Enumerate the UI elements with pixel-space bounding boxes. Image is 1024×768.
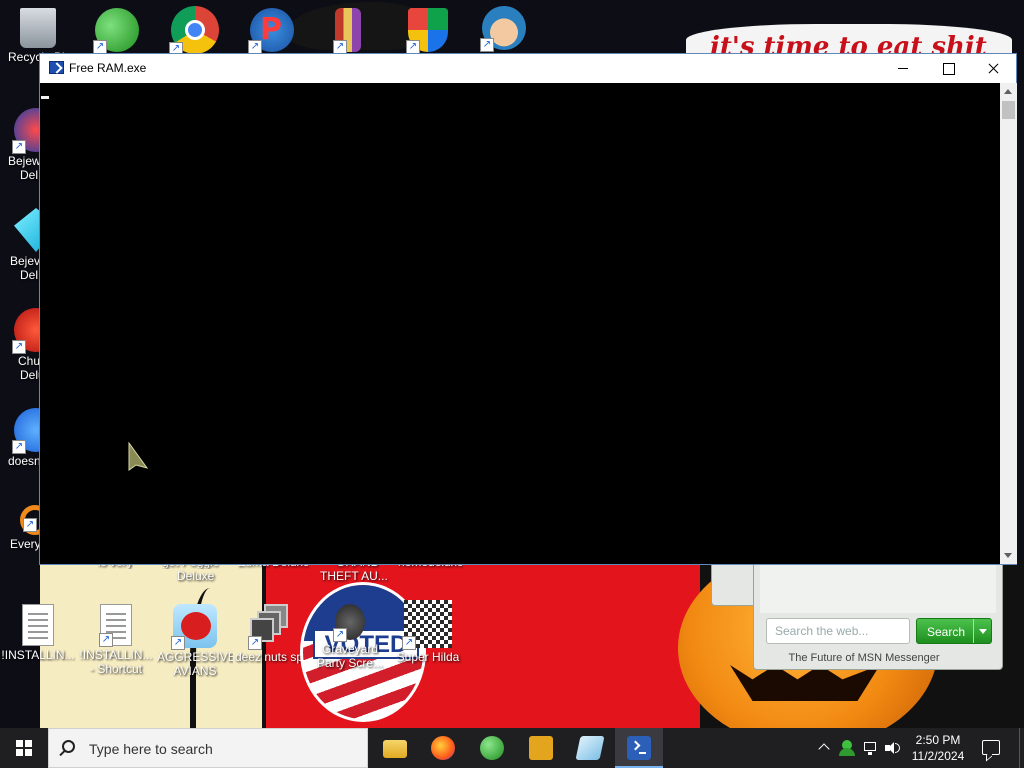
start-button[interactable] (0, 728, 48, 768)
taskbar-app-deluxe[interactable] (517, 728, 565, 768)
desktop-icon-installing[interactable]: !INSTALLIN... (0, 604, 76, 662)
console-window[interactable]: Free RAM.exe (39, 53, 1017, 565)
system-tray: 2:50 PM 11/2/2024 (812, 728, 1024, 768)
close-button[interactable] (970, 54, 1016, 83)
desktop-icon-installing-shortcut[interactable]: ↗ !INSTALLIN... - Shortcut (78, 604, 154, 676)
desktop-icon-label-peggle[interactable]: Deluxe (177, 569, 214, 583)
taskbar-app-notepad[interactable] (566, 728, 614, 768)
desktop-icon-label-line2: AVIANS (173, 664, 217, 678)
taskbar-app-firefox[interactable] (419, 728, 467, 768)
text-document-icon: ↗ (99, 604, 132, 647)
msn-status-icon[interactable] (839, 740, 855, 756)
pinball-icon: P ↗ (248, 8, 294, 54)
taskbar-app-powershell[interactable] (615, 728, 663, 768)
taskbar-clock[interactable]: 2:50 PM 11/2/2024 (908, 732, 968, 764)
scrollbar-thumb[interactable] (1002, 101, 1015, 119)
desktop-icon-archive[interactable]: ↗ (310, 8, 386, 54)
notepad-icon (575, 736, 605, 760)
msn-search-button[interactable]: Search (916, 618, 992, 644)
windows-logo-icon (16, 740, 32, 756)
chevron-down-icon[interactable] (973, 619, 991, 643)
taskbar-search-box[interactable]: Type here to search (48, 728, 368, 768)
desktop-icon-label: Graveyard (321, 642, 379, 656)
scroll-up-arrow-icon[interactable] (1000, 83, 1017, 100)
msn-footer-text: The Future of MSN Messenger (788, 652, 940, 664)
angry-bird-icon: ↗ (171, 604, 217, 650)
taskbar-app-file-explorer[interactable] (371, 728, 419, 768)
taskbar: Type here to search 2:50 PM 11/2/2024 (0, 728, 1024, 768)
desktop-icon-label: AGGRESSIVE (157, 650, 233, 664)
console-output-area[interactable] (40, 83, 1000, 564)
window-titlebar[interactable]: Free RAM.exe (40, 54, 1016, 83)
maximize-button[interactable] (925, 54, 971, 83)
desktop-icon-aggressive-avians[interactable]: ↗ AGGRESSIVE AVIANS (157, 604, 233, 678)
vote-badge-icon: ↗ (333, 604, 365, 642)
mouse-pointer-icon (128, 442, 148, 471)
desktop-icon-cartoon[interactable]: ↗ (466, 6, 542, 52)
network-icon[interactable] (862, 740, 878, 756)
desktop-icon-label: !INSTALLIN... (1, 648, 75, 662)
notification-center-icon[interactable] (982, 740, 1000, 755)
msn-messenger-icon: ↗ (93, 8, 139, 54)
desktop-icon-shield[interactable]: ↗ (390, 8, 466, 54)
minimize-button[interactable] (880, 54, 926, 83)
desktop-icon-label-line2: - Shortcut (89, 662, 143, 676)
msn-search-input[interactable]: Search the web... (766, 618, 910, 644)
desktop-icon-graveyard-party[interactable]: ↗ Graveyard Party Scre... (312, 604, 388, 670)
desktop-icon-msn[interactable]: ↗ (79, 8, 155, 54)
powershell-icon (627, 736, 651, 760)
chrome-icon: ↗ (169, 6, 219, 56)
msn-widget: Search the web... Search The Future of M… (753, 556, 1003, 670)
msn-widget-side-panel (711, 560, 753, 606)
console-app-icon (49, 61, 64, 74)
desktop-icon-label: !INSTALLIN... (79, 648, 153, 662)
pixel-character-icon: ↗ (402, 600, 452, 650)
search-icon (62, 740, 75, 753)
desktop-icon-pinball[interactable]: P ↗ (234, 8, 310, 54)
desktop-icon-deez-nuts-spy[interactable]: ↗ deez nuts spy (234, 604, 310, 664)
taskbar-app-msn[interactable] (468, 728, 516, 768)
clock-date: 11/2/2024 (911, 749, 965, 763)
recycle-bin-icon (20, 8, 56, 48)
text-cursor (41, 96, 49, 99)
msn-messenger-icon (480, 736, 504, 760)
text-document-icon (22, 604, 54, 646)
windows-shield-icon: ↗ (406, 8, 448, 54)
desktop-icon-super-hilda[interactable]: ↗ Super Hilda (390, 600, 466, 664)
vertical-scrollbar[interactable] (1000, 83, 1017, 564)
desktop-icon-label: deez nuts spy (234, 650, 310, 664)
cartoon-character-icon: ↗ (480, 6, 526, 52)
file-explorer-icon (383, 740, 407, 758)
show-desktop-button[interactable] (1019, 728, 1024, 768)
window-title: Free RAM.exe (69, 61, 147, 75)
scroll-down-arrow-icon[interactable] (1000, 547, 1017, 564)
msn-search-button-label: Search (926, 625, 966, 639)
chevron-up-icon[interactable] (817, 740, 833, 756)
deluxe-app-icon (529, 736, 553, 760)
volume-icon[interactable] (884, 740, 900, 756)
clock-time: 2:50 PM (915, 733, 961, 747)
desktop-icon-chrome[interactable]: ↗ (157, 6, 233, 56)
desktop-icon-label-line2: Party Scre... (316, 656, 384, 670)
archive-icon: ↗ (333, 8, 361, 54)
taskbar-search-placeholder: Type here to search (89, 741, 213, 757)
window-stack-icon: ↗ (248, 604, 294, 650)
desktop-icon-label-gta[interactable]: THEFT AU... (320, 569, 388, 583)
msn-widget-header (760, 563, 996, 613)
desktop-icon-label: Super Hilda (396, 650, 460, 664)
firefox-icon (431, 736, 455, 760)
